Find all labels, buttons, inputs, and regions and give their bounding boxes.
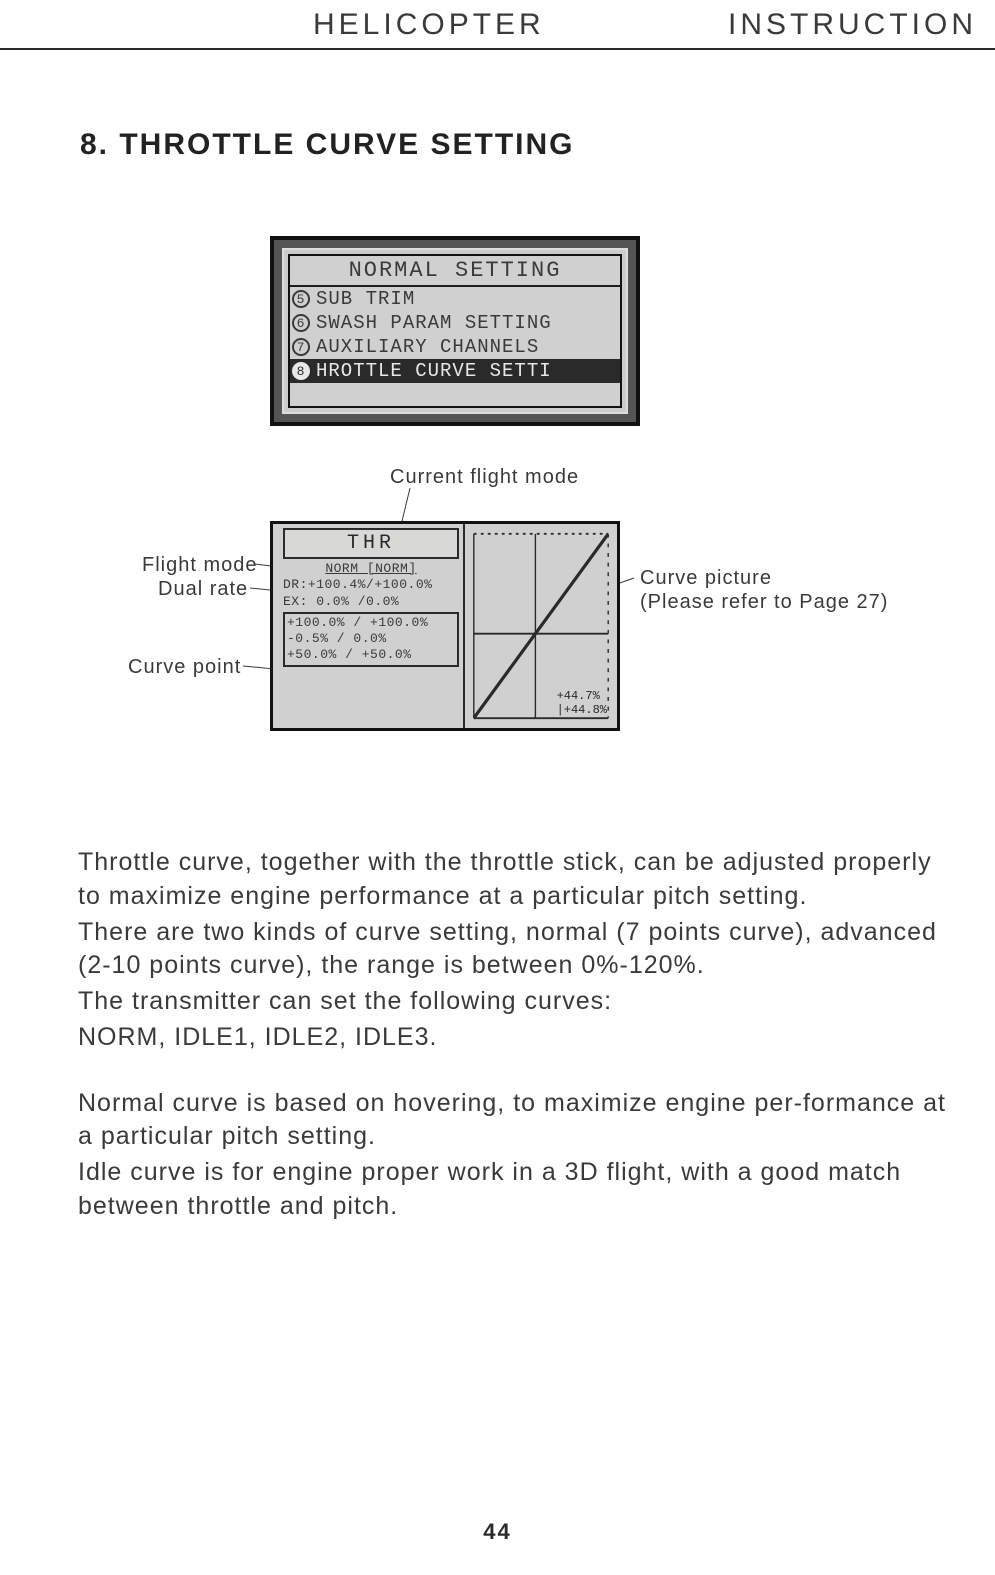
- callout-flight-mode: Flight mode: [142, 554, 258, 577]
- lcd-curve-point-row: -0.5% / 0.0%: [287, 631, 455, 647]
- page-number: 44: [0, 1519, 995, 1545]
- menu-item: 5 SUB TRIM: [290, 287, 620, 311]
- paragraph: Idle curve is for engine proper work in …: [78, 1156, 955, 1224]
- callout-curve-picture-line2: (Please refer to Page 27): [640, 591, 888, 614]
- paragraph: Throttle curve, together with the thrott…: [78, 846, 955, 914]
- header-left: HELICOPTER: [313, 8, 545, 42]
- lcd-curve-points-box: +100.0% / +100.0% -0.5% / 0.0% +50.0% / …: [283, 612, 459, 667]
- plot-readout-x: |+44.8%: [557, 704, 607, 718]
- menu-item: 6 SWASH PARAM SETTING: [290, 311, 620, 335]
- lcd-menu-screenshot: NORMAL SETTING 5 SUB TRIM 6 SWASH PARAM …: [270, 236, 640, 426]
- lcd-mode-line: NORM [NORM]: [283, 561, 459, 577]
- menu-item-number: 8: [292, 362, 310, 380]
- callout-dual-rate: Dual rate: [158, 578, 248, 601]
- lcd-dr-line: DR:+100.4%/+100.0%: [283, 577, 459, 593]
- lcd-curve-plot: +44.7% |+44.8%: [463, 524, 617, 728]
- page-header: HELICOPTER INSTRUCTION: [0, 0, 995, 50]
- menu-item-label: SWASH PARAM SETTING: [316, 312, 552, 334]
- section-title: 8. THROTTLE CURVE SETTING: [0, 128, 995, 162]
- body-text: Throttle curve, together with the thrott…: [0, 846, 995, 1224]
- lcd-curve-title: THR: [283, 528, 459, 559]
- header-right: INSTRUCTION: [728, 8, 977, 42]
- menu-item: 7 AUXILIARY CHANNELS: [290, 335, 620, 359]
- callout-current-flight-mode: Current flight mode: [390, 466, 579, 489]
- menu-item-selected: 8 HROTTLE CURVE SETTI: [290, 359, 620, 383]
- lcd-menu-title: NORMAL SETTING: [290, 256, 620, 287]
- paragraph: The transmitter can set the following cu…: [78, 985, 955, 1019]
- callout-curve-point: Curve point: [128, 656, 241, 679]
- paragraph: There are two kinds of curve setting, no…: [78, 916, 955, 984]
- annotated-diagram: Current flight mode Flight mode Dual rat…: [0, 466, 995, 776]
- lcd-ex-line: EX: 0.0% /0.0%: [283, 594, 459, 610]
- callout-curve-picture-line1: Curve picture: [640, 567, 772, 590]
- menu-item-label: AUXILIARY CHANNELS: [316, 336, 539, 358]
- paragraph: NORM, IDLE1, IDLE2, IDLE3.: [78, 1021, 955, 1055]
- paragraph: Normal curve is based on hovering, to ma…: [78, 1087, 955, 1155]
- plot-readout-y: +44.7%: [557, 690, 607, 704]
- menu-item-number: 7: [292, 338, 310, 356]
- menu-item-number: 5: [292, 290, 310, 308]
- lcd-curve-point-row: +50.0% / +50.0%: [287, 647, 455, 663]
- lcd-curve-screenshot: THR NORM [NORM] DR:+100.4%/+100.0% EX: 0…: [270, 521, 620, 731]
- menu-item-label: SUB TRIM: [316, 288, 415, 310]
- plot-readout: +44.7% |+44.8%: [557, 690, 607, 718]
- menu-item-label: HROTTLE CURVE SETTI: [316, 360, 552, 382]
- menu-item-number: 6: [292, 314, 310, 332]
- lcd-curve-point-row: +100.0% / +100.0%: [287, 615, 455, 631]
